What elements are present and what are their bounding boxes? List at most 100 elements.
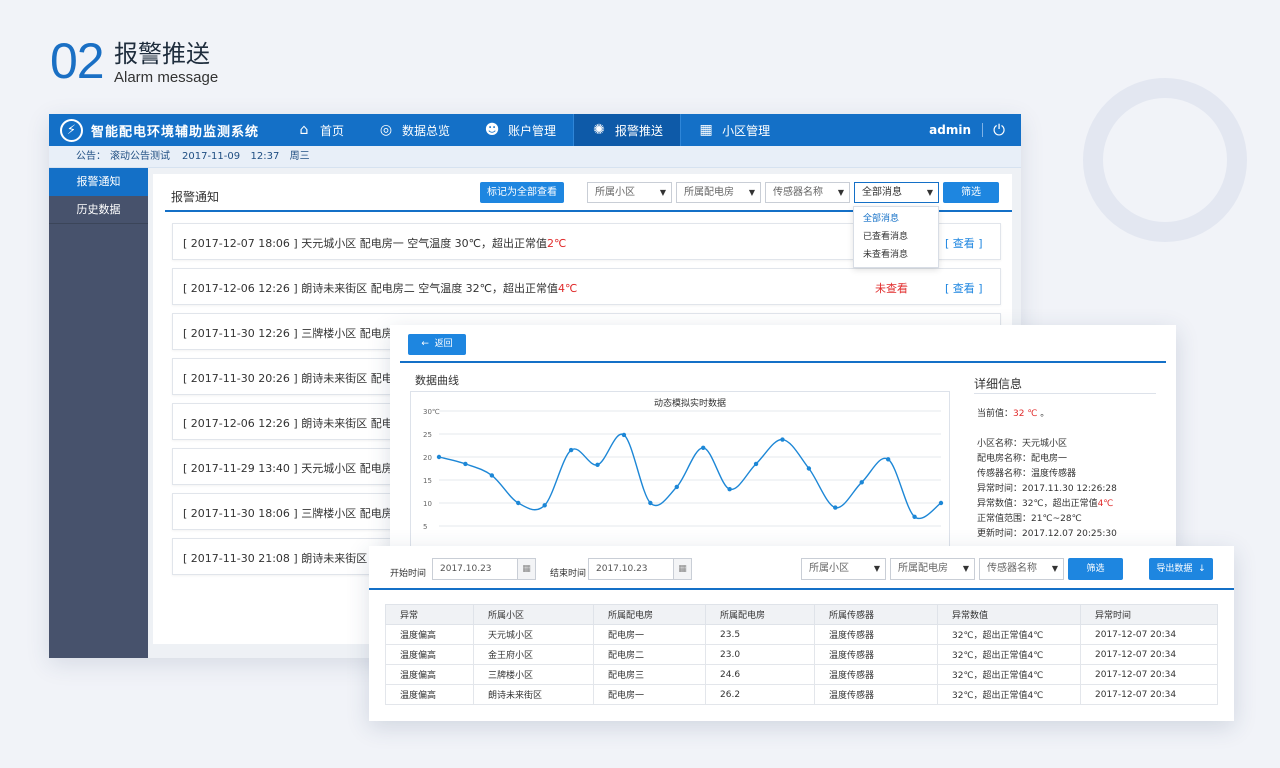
detail-value: 天元城小区 bbox=[1022, 439, 1068, 449]
data-point bbox=[938, 500, 944, 506]
curve-section-title: 数据曲线 bbox=[415, 374, 459, 387]
table-cell: 32℃，超出正常值4℃ bbox=[937, 664, 1081, 685]
power-icon[interactable]: ⏻ bbox=[993, 121, 1005, 139]
room-select[interactable]: 所属配电房 ▼ bbox=[676, 182, 761, 203]
community-select[interactable]: 所属小区 ▼ bbox=[801, 558, 886, 580]
data-point bbox=[753, 461, 759, 467]
section-number: 02 bbox=[50, 33, 105, 89]
nav-item-grid[interactable]: ▦ 小区管理 bbox=[681, 114, 787, 146]
select-value: 所属小区 bbox=[809, 563, 849, 574]
alarm-text: [ 2017-12-07 18:06 ] 天元城小区 配电房一 空气温度 30℃… bbox=[183, 235, 566, 251]
nav-item-alarm[interactable]: ✺ 报警推送 bbox=[573, 114, 682, 146]
calendar-icon[interactable]: ▦ bbox=[673, 559, 691, 579]
table-row[interactable]: 温度偏高 金王府小区 配电房二 23.0 温度传感器 32℃，超出正常值4℃ 2017-12… bbox=[385, 644, 1218, 665]
table-row[interactable]: 温度偏高 朗诗未来街区 配电房一 26.2 温度传感器 32℃，超出正常值4℃ 2017-1… bbox=[385, 684, 1218, 705]
table-cell: 2017-12-07 20:34 bbox=[1080, 624, 1218, 645]
sensor-select[interactable]: 传感器名称 ▼ bbox=[979, 558, 1064, 580]
table-cell: 三牌楼小区 bbox=[473, 664, 594, 685]
nav-item-overview[interactable]: ◎ 数据总览 bbox=[361, 114, 467, 146]
data-point bbox=[806, 466, 812, 471]
column-header: 所属传感器 bbox=[814, 604, 938, 625]
table-cell: 温度偏高 bbox=[385, 684, 474, 705]
window-divider bbox=[369, 588, 1234, 590]
option-viewed-messages[interactable]: 已查看消息 bbox=[854, 228, 938, 246]
end-date-input[interactable]: 2017.10.23 ▦ bbox=[588, 558, 692, 580]
table-cell: 2017-12-07 20:34 bbox=[1080, 664, 1218, 685]
alarm-text: [ 2017-11-30 12:26 ] 三牌楼小区 配电房五 bbox=[183, 325, 404, 341]
community-select[interactable]: 所属小区 ▼ bbox=[587, 182, 672, 203]
detail-key: 更新时间： bbox=[977, 529, 1023, 539]
table-cell: 天元城小区 bbox=[473, 624, 594, 645]
end-time-label: 结束时间 bbox=[550, 569, 587, 579]
export-label: 导出数据 bbox=[1156, 564, 1193, 574]
lightning-logo-icon: ⚡ bbox=[60, 119, 83, 142]
nav-label: 首页 bbox=[320, 123, 345, 138]
table-cell: 温度传感器 bbox=[814, 624, 938, 645]
table-cell: 2017-12-07 20:34 bbox=[1080, 684, 1218, 705]
data-point bbox=[463, 461, 468, 467]
column-header: 所属配电房 bbox=[593, 604, 706, 625]
table-cell: 26.2 bbox=[705, 684, 815, 705]
chart-container: 动态模拟实时数据30℃2520151050 bbox=[410, 391, 950, 555]
mark-all-read-button[interactable]: 标记为全部查看 bbox=[480, 182, 564, 203]
data-point bbox=[568, 447, 574, 453]
start-time-label: 开始时间 bbox=[390, 569, 427, 579]
data-point bbox=[436, 454, 442, 460]
decorative-ring bbox=[1083, 78, 1247, 242]
table-cell: 配电房三 bbox=[593, 664, 706, 685]
table-cell: 温度传感器 bbox=[814, 664, 938, 685]
detail-value: 21℃~28℃ bbox=[1031, 514, 1082, 524]
detail-key: 异常时间： bbox=[977, 484, 1023, 494]
user-icon: ☻ bbox=[484, 122, 500, 138]
back-button[interactable]: ← 返回 bbox=[408, 334, 466, 355]
nav-label: 账户管理 bbox=[508, 123, 557, 138]
detail-value: 配电房一 bbox=[1031, 454, 1068, 464]
detail-value: 32℃，超出正常值 bbox=[1022, 499, 1098, 509]
data-point bbox=[859, 480, 864, 485]
sidebar-item-alarm-notice[interactable]: 报警通知 bbox=[49, 168, 148, 196]
detail-title: 详细信息 bbox=[974, 377, 1023, 391]
data-point bbox=[595, 462, 600, 468]
announcement-label: 公告： bbox=[76, 151, 106, 162]
room-select[interactable]: 所属配电房 ▼ bbox=[890, 558, 975, 580]
data-point bbox=[542, 503, 547, 508]
data-point bbox=[885, 457, 891, 462]
nav-item-user[interactable]: ☻ 账户管理 bbox=[467, 114, 573, 146]
calendar-icon[interactable]: ▦ bbox=[517, 559, 535, 579]
select-value: 所属配电房 bbox=[898, 563, 948, 574]
user-name[interactable]: admin bbox=[929, 123, 971, 137]
option-unviewed-messages[interactable]: 未查看消息 bbox=[854, 246, 938, 264]
table-cell: 配电房一 bbox=[593, 624, 706, 645]
start-date-input[interactable]: 2017.10.23 ▦ bbox=[432, 558, 536, 580]
detail-key: 异常数值： bbox=[977, 499, 1023, 509]
nav-item-home[interactable]: ⌂ 首页 bbox=[279, 114, 361, 146]
table-row[interactable]: 温度偏高 三牌楼小区 配电房三 24.6 温度传感器 32℃，超出正常值4℃ 2017-12… bbox=[385, 664, 1218, 685]
sidebar-item-history[interactable]: 历史数据 bbox=[49, 196, 148, 224]
detail-key: 传感器名称： bbox=[977, 469, 1032, 479]
view-link[interactable]: [ 查看 ] bbox=[945, 280, 983, 296]
main-nav: ⌂ 首页 ◎ 数据总览 ☻ 账户管理 ✺ 报警推送 ▦ 小区管理 bbox=[279, 114, 787, 146]
export-data-button[interactable]: 导出数据 ↓ bbox=[1149, 558, 1213, 580]
sensor-select[interactable]: 传感器名称 ▼ bbox=[765, 182, 850, 203]
filter-button[interactable]: 筛选 bbox=[943, 182, 999, 203]
filter-button[interactable]: 筛选 bbox=[1068, 558, 1123, 580]
message-select[interactable]: 全部消息 ▼ bbox=[854, 182, 939, 203]
column-header: 异常 bbox=[385, 604, 474, 625]
nav-label: 报警推送 bbox=[615, 123, 664, 138]
current-value: 32 ℃ bbox=[1013, 409, 1038, 419]
table-row[interactable]: 温度偏高 天元城小区 配电房一 23.5 温度传感器 32℃，超出正常值4℃ 2017-12… bbox=[385, 624, 1218, 645]
alarm-message: [ 2017-11-30 21:08 ] 朗诗未来街区 配 bbox=[183, 552, 382, 565]
column-header: 所属小区 bbox=[473, 604, 594, 625]
data-point bbox=[648, 500, 653, 506]
view-link[interactable]: [ 查看 ] bbox=[945, 235, 983, 251]
detail-excess: 4℃ bbox=[1097, 499, 1114, 509]
table-cell: 温度偏高 bbox=[385, 664, 474, 685]
data-point bbox=[727, 487, 732, 492]
alarm-text: [ 2017-11-30 20:26 ] 朗诗未来街区 配电房 bbox=[183, 370, 404, 386]
table-cell: 2017-12-07 20:34 bbox=[1080, 644, 1218, 665]
data-point bbox=[674, 484, 679, 490]
alarm-icon: ✺ bbox=[593, 122, 605, 138]
alarm-list-item[interactable]: [ 2017-12-06 12:26 ] 朗诗未来街区 配电房二 空气温度 32… bbox=[172, 268, 1001, 305]
download-icon: ↓ bbox=[1198, 564, 1206, 574]
option-all-messages[interactable]: 全部消息 bbox=[854, 210, 938, 228]
